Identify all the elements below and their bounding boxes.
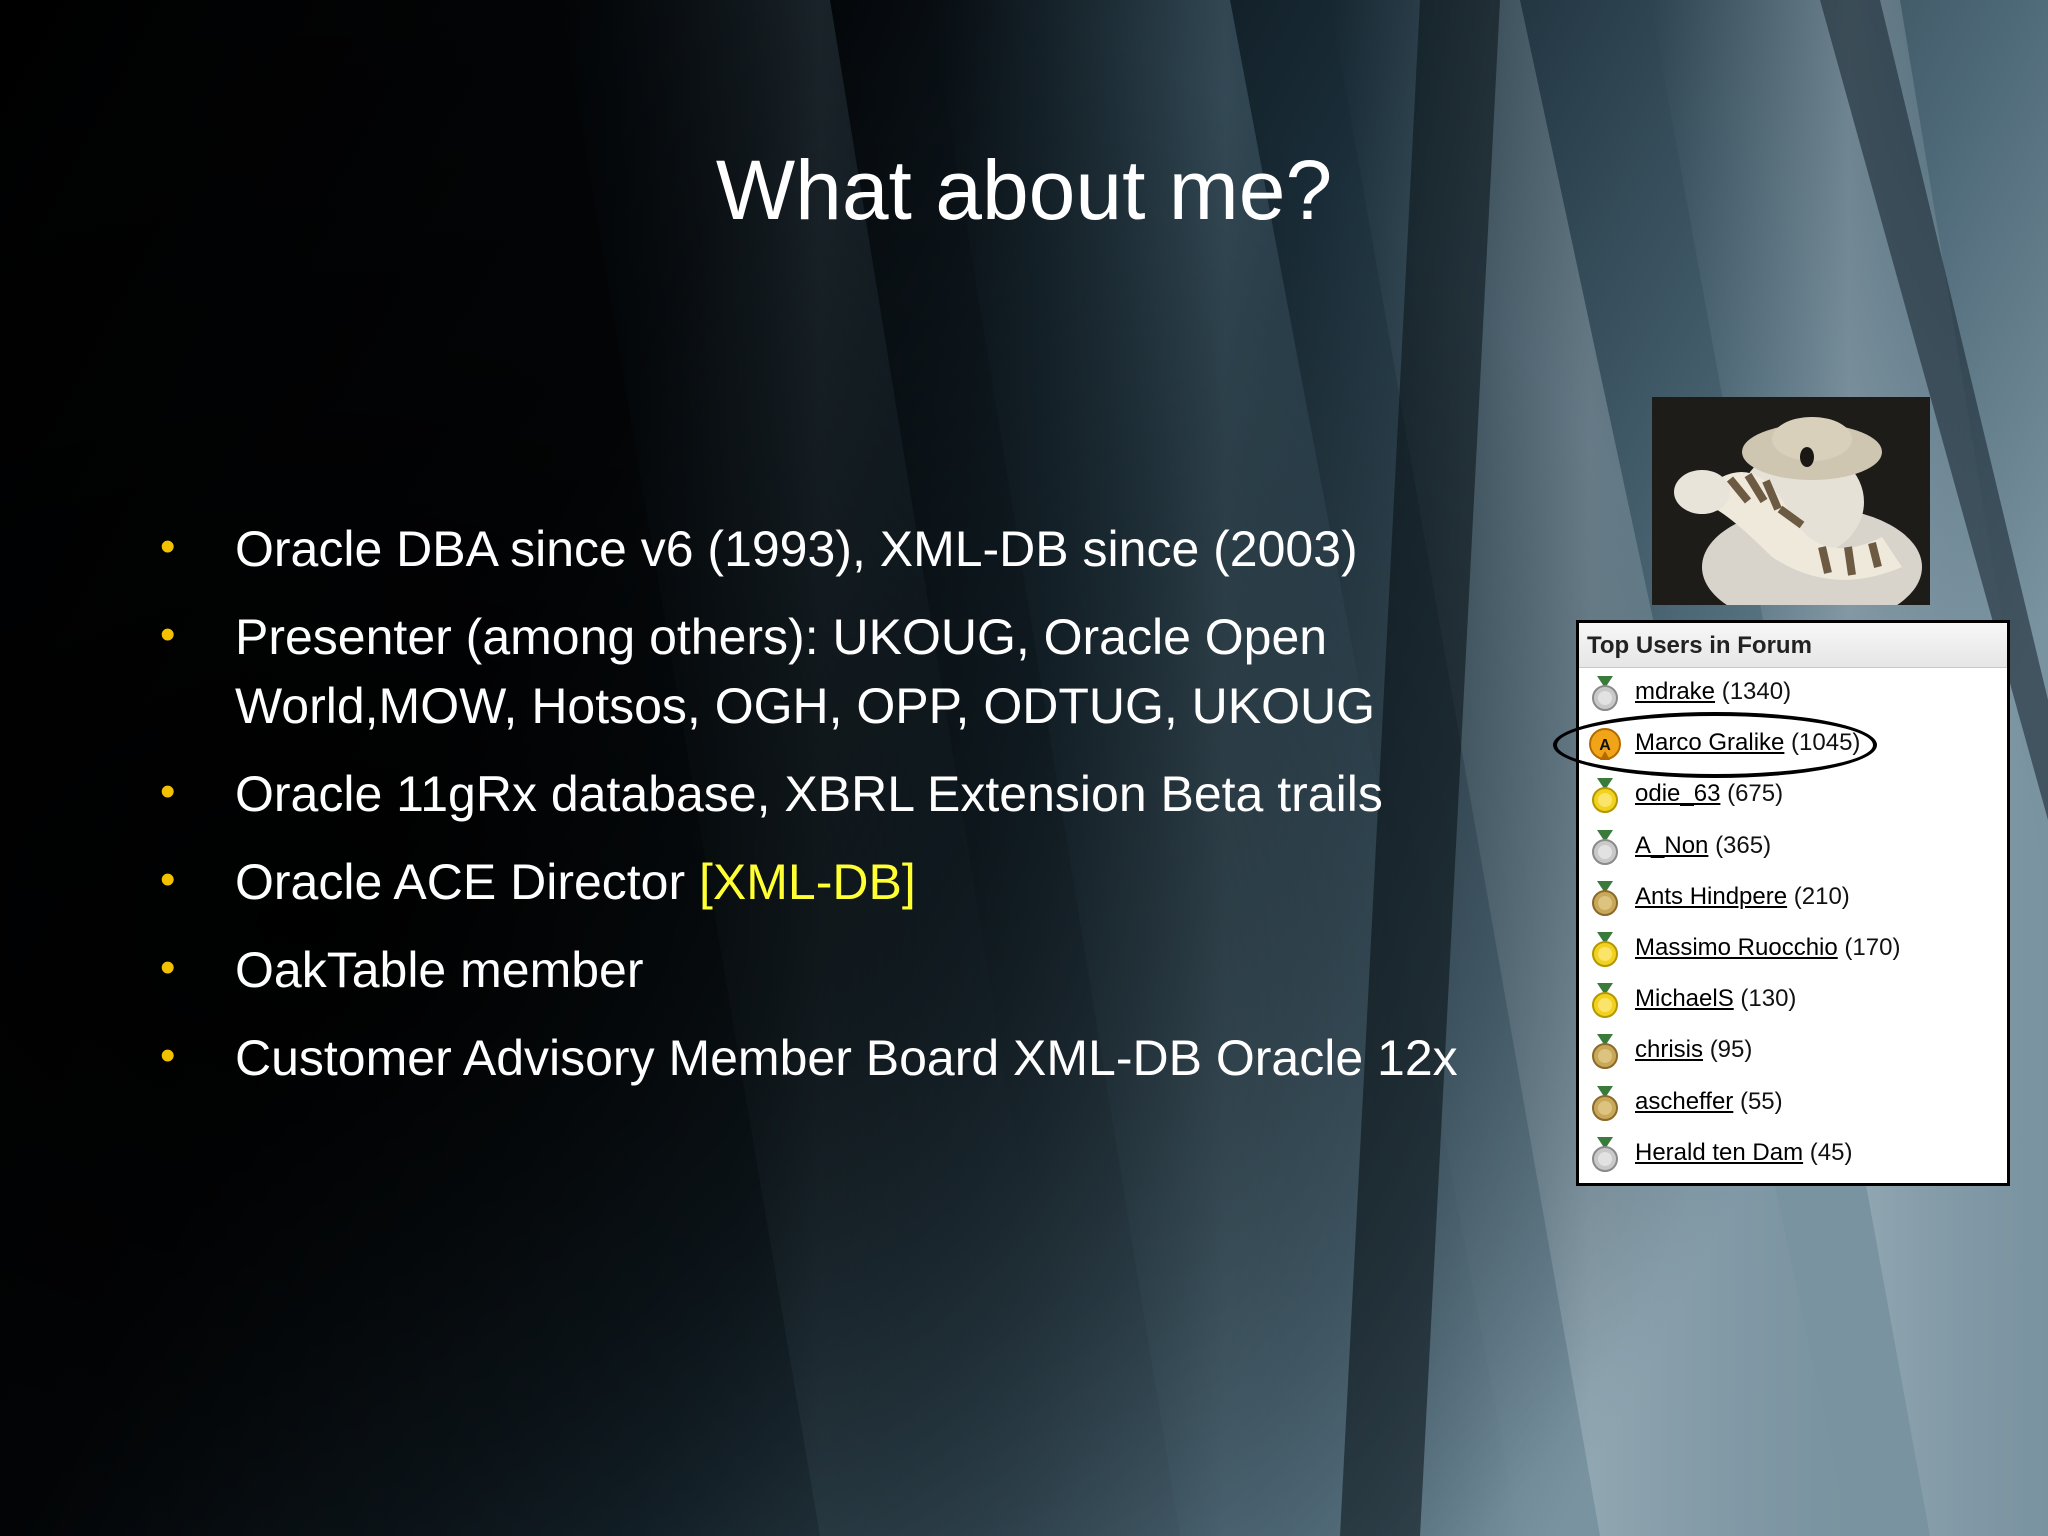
user-link[interactable]: mdrake xyxy=(1635,678,1715,705)
bullet-item: • Oracle DBA since v6 (1993), XML-DB sin… xyxy=(160,515,1560,584)
bronze-medal-icon xyxy=(1592,1085,1618,1121)
user-count: (95) xyxy=(1709,1036,1753,1064)
user-row: Ants Hindpere (210) xyxy=(1579,873,2007,924)
user-row: mdrake (1340) xyxy=(1579,668,2007,719)
bullet-item: • Presenter (among others): UKOUG, Oracl… xyxy=(160,603,1560,741)
user-count: (365) xyxy=(1715,831,1772,859)
bullet-list: • Oracle DBA since v6 (1993), XML-DB sin… xyxy=(160,515,1560,1112)
bullet-dot-icon: • xyxy=(160,522,176,571)
user-count: (55) xyxy=(1739,1087,1783,1115)
top-users-panel: Top Users in Forum mdrake (1340) A Marco… xyxy=(1576,620,2010,1186)
silver-medal-icon xyxy=(1592,1136,1618,1172)
highlight-ellipse xyxy=(1553,712,1877,778)
user-link[interactable]: chrisis xyxy=(1635,1036,1703,1063)
user-row: ascheffer (55) xyxy=(1579,1078,2007,1129)
user-link[interactable]: odie_63 xyxy=(1635,780,1720,807)
bullet-highlight-text: [XML-DB] xyxy=(699,854,916,910)
bullet-dot-icon: • xyxy=(160,767,176,816)
user-link[interactable]: ascheffer xyxy=(1635,1088,1733,1115)
bullet-text: Oracle ACE Director xyxy=(235,854,700,910)
bullet-item: • Customer Advisory Member Board XML-DB … xyxy=(160,1024,1560,1093)
bullet-dot-icon: • xyxy=(160,1031,176,1080)
avatar-photo xyxy=(1652,397,1930,605)
user-row: Massimo Ruocchio (170) xyxy=(1579,924,2007,975)
gold-medal-icon xyxy=(1592,778,1618,814)
bronze-medal-icon xyxy=(1592,1034,1618,1070)
bullet-text: Presenter (among others): UKOUG, Oracle … xyxy=(235,609,1375,734)
user-link[interactable]: MichaelS xyxy=(1635,985,1734,1012)
bullet-text: OakTable member xyxy=(235,942,644,998)
bullet-text: Oracle 11gRx database, XBRL Extension Be… xyxy=(235,766,1383,822)
user-link[interactable]: Herald ten Dam xyxy=(1635,1139,1803,1166)
bullet-dot-icon: • xyxy=(160,855,176,904)
user-count: (45) xyxy=(1809,1138,1853,1166)
bullet-item: • Oracle ACE Director [XML-DB] xyxy=(160,848,1560,917)
bullet-dot-icon: • xyxy=(160,610,176,659)
user-count: (170) xyxy=(1844,933,1901,961)
user-link[interactable]: A_Non xyxy=(1635,832,1708,859)
bullet-text: Oracle DBA since v6 (1993), XML-DB since… xyxy=(235,521,1358,577)
user-row: Herald ten Dam (45) xyxy=(1579,1129,2007,1180)
user-link[interactable]: Massimo Ruocchio xyxy=(1635,934,1838,961)
bullet-item: • Oracle 11gRx database, XBRL Extension … xyxy=(160,760,1560,829)
bullet-item: • OakTable member xyxy=(160,936,1560,1005)
silver-medal-icon xyxy=(1592,829,1618,865)
teddy-bear-avatar-icon xyxy=(1652,397,1930,605)
silver-medal-icon xyxy=(1592,676,1618,711)
user-row: MichaelS (130) xyxy=(1579,975,2007,1026)
user-row: A_Non (365) xyxy=(1579,822,2007,873)
user-count: (210) xyxy=(1793,882,1850,910)
panel-title: Top Users in Forum xyxy=(1579,623,2007,668)
gold-medal-icon xyxy=(1592,931,1618,967)
user-count: (130) xyxy=(1740,985,1797,1013)
slide: What about me? • Oracle DBA since v6 (19… xyxy=(0,0,2048,1536)
bronze-medal-icon xyxy=(1592,880,1618,916)
user-count: (1340) xyxy=(1721,678,1792,705)
user-count: (675) xyxy=(1727,780,1784,808)
user-row: chrisis (95) xyxy=(1579,1026,2007,1077)
slide-title: What about me? xyxy=(715,143,1333,237)
bullet-dot-icon: • xyxy=(160,943,176,992)
user-link[interactable]: Ants Hindpere xyxy=(1635,883,1787,910)
bullet-text: Customer Advisory Member Board XML-DB Or… xyxy=(235,1030,1458,1086)
gold-medal-icon xyxy=(1592,983,1618,1019)
user-row: odie_63 (675) xyxy=(1579,770,2007,821)
